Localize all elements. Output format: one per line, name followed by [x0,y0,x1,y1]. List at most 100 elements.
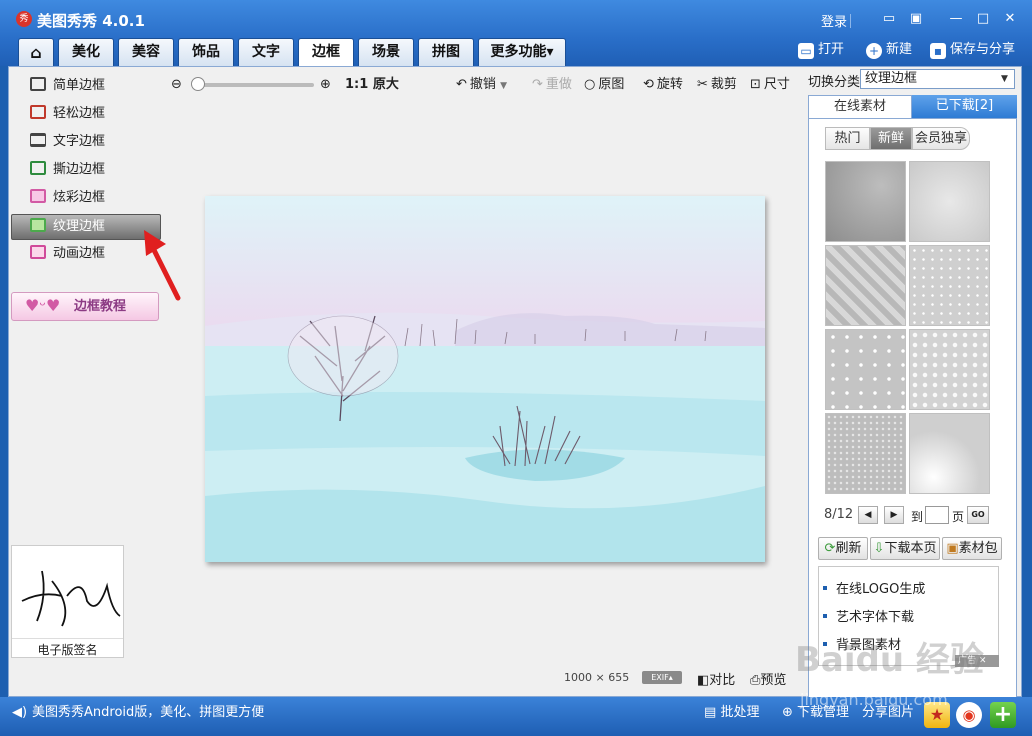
sidebar-item-label: 炫彩边框 [53,190,106,205]
texture-thumbnail[interactable] [909,329,990,410]
batch-button[interactable]: ▤ 批处理 [704,704,759,721]
tab-online-material[interactable]: 在线素材 [808,95,912,118]
tab-frame[interactable]: 边框 [298,38,354,67]
compare-button[interactable]: ◧对比 [697,669,735,688]
category-label: 切换分类 [808,75,861,90]
home-tab[interactable]: ⌂ [18,38,54,66]
scissors-icon: ✂ [697,77,708,92]
batch-label: 批处理 [720,705,760,720]
crop-button[interactable]: ✂ 裁剪 [697,77,737,93]
tab-downloaded[interactable]: 已下载[2] [912,95,1017,118]
new-button[interactable]: + 新建 [866,41,912,59]
tab-beautify[interactable]: 美化 [58,38,114,66]
texture-thumbnail[interactable] [825,413,906,494]
preview-label: 预览 [760,673,787,688]
zoom-slider-handle[interactable] [191,77,205,91]
original-image-button[interactable]: ○ 原图 [584,77,624,93]
redo-label: 重做 [545,77,572,92]
resize-button[interactable]: ⊡ 尺寸 [750,77,790,93]
sidebar-item-label: 简单边框 [53,78,106,93]
tab-scene[interactable]: 场景 [358,38,414,66]
refresh-label: 刷新 [835,541,862,556]
zoom-in-icon[interactable]: ⊕ [320,77,331,93]
sidebar-item-label: 撕边边框 [53,162,106,177]
texture-thumbnail[interactable] [909,413,990,494]
animated-frame-icon [30,245,46,259]
prev-page-icon[interactable]: ◀ [858,506,878,524]
compare-icon: ◧ [697,673,710,688]
sidebar-item-texture-frame[interactable]: 纹理边框 [30,217,105,237]
next-page-icon[interactable]: ▶ [884,506,904,524]
zoom-out-icon[interactable]: ⊖ [171,77,182,93]
texture-thumbnail[interactable] [825,245,906,326]
promo-text[interactable]: 美图秀秀Android版，美化、拼图更方便 [32,704,264,721]
download-manager-icon: ⊕ [782,705,793,720]
maximize-icon[interactable]: □ [972,10,994,28]
compare-label: 对比 [709,673,736,688]
text-frame-icon [30,133,46,147]
app-title: 美图秀秀 4.0.1 [37,12,145,30]
sidebar-item-easy-frame[interactable]: 轻松边框 [30,104,105,124]
redo-button[interactable]: ↷ 重做 [532,77,572,93]
sidebar-item-text-frame[interactable]: 文字边框 [30,132,105,152]
chevron-down-icon[interactable]: ▼ [500,81,507,91]
original-size-button[interactable]: 1:1 原大 [345,77,399,93]
sidebar-item-animated-frame[interactable]: 动画边框 [30,244,105,264]
category-select[interactable]: 纹理边框 [860,69,1015,89]
tab-makeup[interactable]: 美容 [118,38,174,66]
weibo-icon[interactable]: ◉ [956,702,982,728]
go-button[interactable]: GO [967,506,989,524]
sidebar-item-colorful-frame[interactable]: 炫彩边框 [30,188,105,208]
tab-more[interactable]: 更多功能▾ [478,38,566,66]
preview-icon: ⎙ [750,673,761,688]
texture-thumbnail[interactable] [909,161,990,242]
page-input[interactable] [925,506,949,524]
undo-button[interactable]: ↶ 撤销 ▼ [456,77,507,94]
tab-text[interactable]: 文字 [238,38,294,66]
subtab-member[interactable]: 会员独享 [912,127,970,150]
download-page-button[interactable]: ⇩下载本页 [870,537,940,560]
undo-label: 撤销 [469,77,496,92]
tab-collage[interactable]: 拼图 [418,38,474,66]
zoom-slider-track[interactable] [194,83,314,87]
material-pack-label: 素材包 [958,541,998,556]
add-icon[interactable]: + [990,702,1016,728]
texture-thumbnail[interactable] [825,161,906,242]
undo-icon: ↶ [456,77,467,92]
sidebar-item-label: 文字边框 [53,134,106,149]
minimize-icon[interactable]: — [945,10,967,28]
speech-bubble-icon[interactable]: ▭ [878,10,900,28]
refresh-button[interactable]: ⟳刷新 [818,537,868,560]
signature-caption: 电子版签名 [12,638,123,658]
speaker-icon: ◀) [12,705,28,720]
link-art-font[interactable]: 艺术字体下载 [823,609,914,627]
bullet [823,614,827,618]
baidu-watermark-url: jingyan.baidu.com [800,690,948,709]
material-pack-button[interactable]: ▣素材包 [942,537,1002,560]
chevron-down-icon[interactable]: ▼ [1001,74,1008,84]
frame-icon [30,105,46,119]
sidebar-item-torn-frame[interactable]: 撕边边框 [30,160,105,180]
subtab-fresh[interactable]: 新鲜 [870,127,912,150]
redo-icon: ↷ [532,77,543,92]
sidebar-item-label: 动画边框 [53,246,106,261]
preview-button[interactable]: ⎙预览 [750,669,786,688]
sidebar-item-simple-frame[interactable]: 简单边框 [30,76,105,96]
open-button[interactable]: ▭ 打开 [798,41,844,59]
tab-accessories[interactable]: 饰品 [178,38,234,66]
rotate-button[interactable]: ⟲ 旋转 [643,77,683,93]
signature-widget[interactable]: 电子版签名 [11,545,124,658]
link-label: 在线LOGO生成 [836,582,926,597]
canvas-image[interactable] [205,196,765,562]
open-label: 打开 [818,42,845,57]
close-icon[interactable]: ✕ [999,10,1021,28]
texture-thumbnail[interactable] [909,245,990,326]
exif-button[interactable]: EXIF▴ [642,671,682,684]
save-share-button[interactable]: ▪ 保存与分享 [930,41,1015,59]
subtab-hot[interactable]: 热门 [825,127,870,150]
link-logo-generator[interactable]: 在线LOGO生成 [823,581,925,599]
dropdown-icon[interactable]: ▣ [905,10,927,28]
sidebar-item-label: 纹理边框 [53,219,106,234]
texture-thumbnail[interactable] [825,329,906,410]
login-link[interactable]: 登录 [821,11,847,30]
